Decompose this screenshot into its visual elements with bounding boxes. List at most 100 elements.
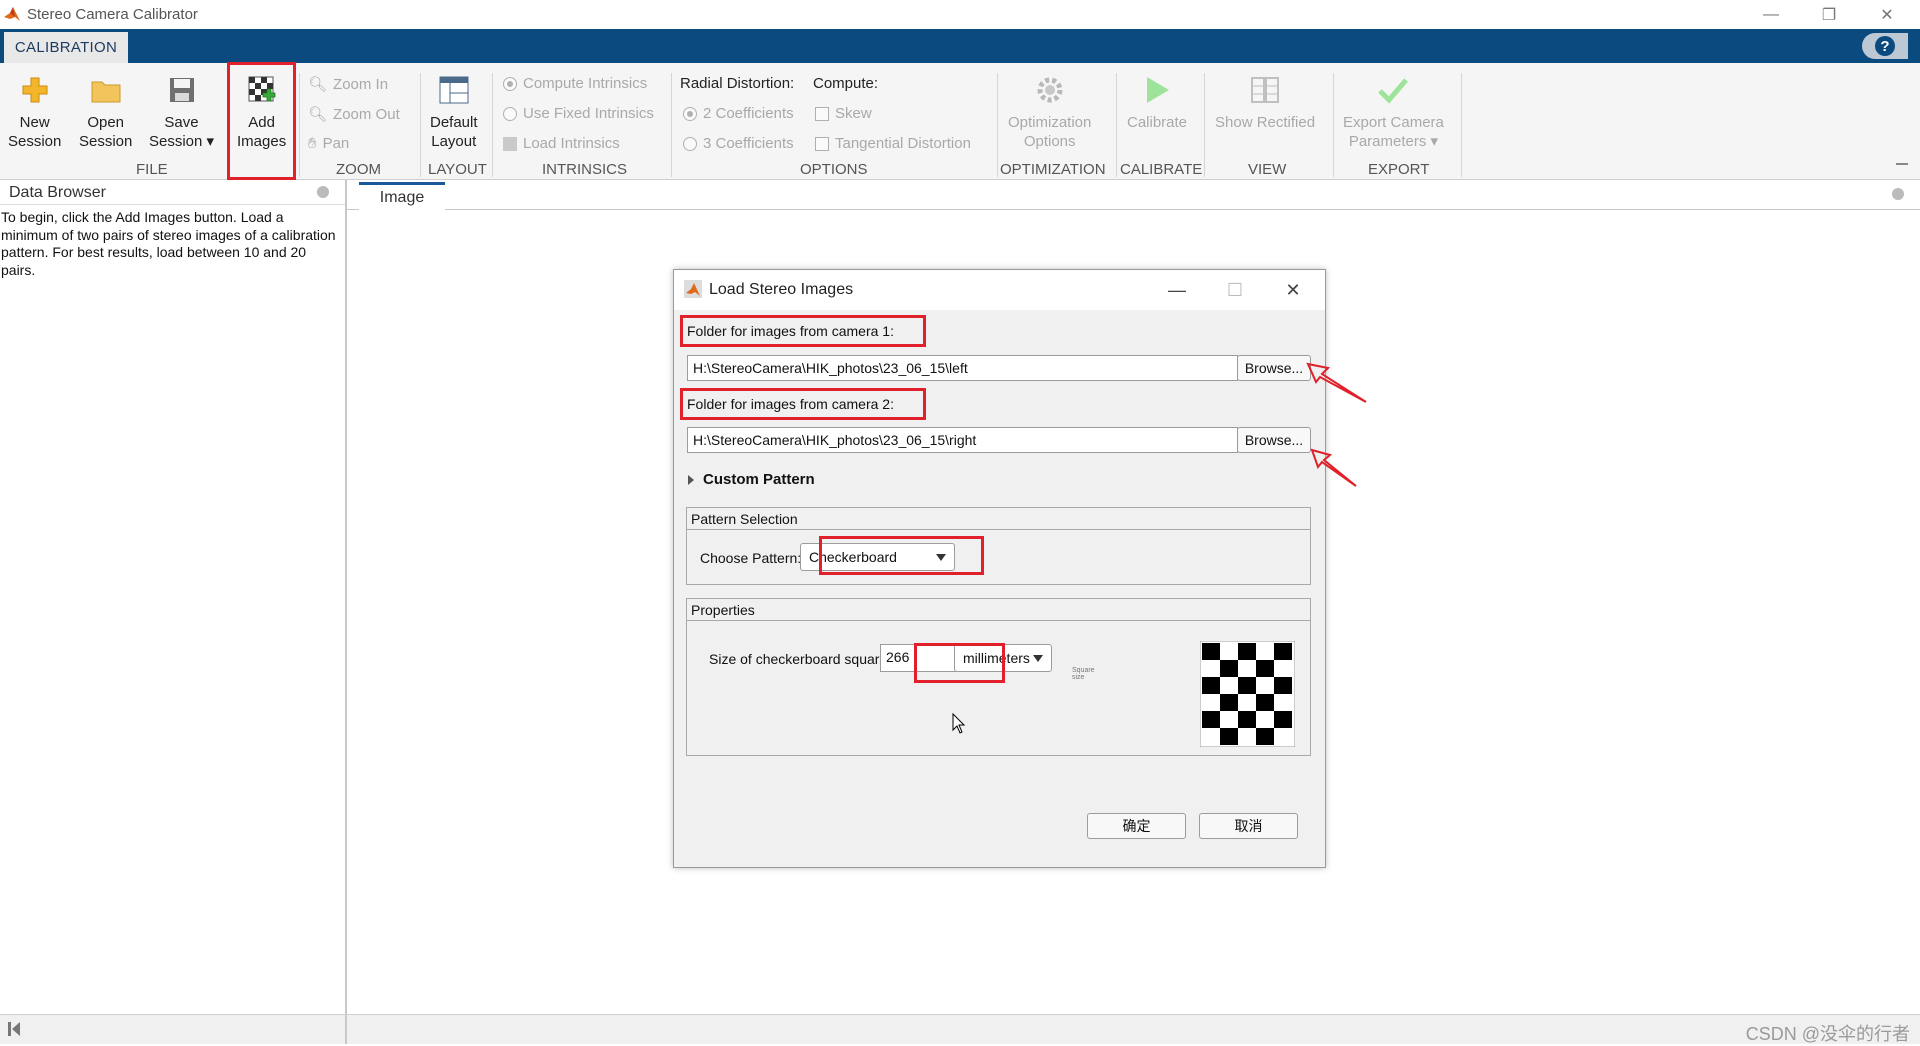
section-zoom-label: ZOOM <box>336 161 381 178</box>
window-titlebar: Stereo Camera Calibrator — ❐ ✕ <box>0 0 1920 29</box>
pan-button[interactable]: ✋︎ Pan <box>308 135 349 152</box>
optimization-label-1: Optimization <box>1008 114 1092 131</box>
watermark: CSDN @没伞的行者 <box>1745 1024 1910 1044</box>
minimize-button[interactable]: — <box>1748 2 1794 28</box>
choose-pattern-label: Choose Pattern: <box>700 550 802 566</box>
two-coefficients-label: 2 Coefficients <box>703 105 794 122</box>
ribbon-separator <box>492 73 493 177</box>
use-fixed-intrinsics-radio[interactable]: Use Fixed Intrinsics <box>503 105 654 122</box>
dialog-minimize-button[interactable]: — <box>1162 278 1192 302</box>
save-session-button[interactable]: Save Session ▾ <box>149 73 214 151</box>
zoom-in-icon: 🔍︎ <box>308 76 328 93</box>
zoom-out-label: Zoom Out <box>333 105 400 123</box>
save-session-label-2: Session ▾ <box>149 133 215 150</box>
two-coefficients-radio[interactable]: 2 Coefficients <box>683 105 794 122</box>
use-fixed-intrinsics-label: Use Fixed Intrinsics <box>523 105 654 122</box>
checkbox-icon <box>815 106 829 121</box>
camera2-label-highlight <box>680 388 926 420</box>
folder-icon <box>89 73 123 107</box>
checkmark-icon <box>1376 73 1410 107</box>
pattern-dropdown-highlight <box>819 536 984 575</box>
zoom-out-button[interactable]: 🔍︎ Zoom Out <box>308 105 400 124</box>
restore-button[interactable]: ❐ <box>1806 2 1852 28</box>
scroll-left-icon[interactable] <box>12 1022 20 1036</box>
compute-intrinsics-radio[interactable]: Compute Intrinsics <box>503 75 647 92</box>
dialog-maximize-button[interactable]: ☐ <box>1220 278 1250 302</box>
save-session-label-1: Save <box>164 114 199 131</box>
scroll-start-icon[interactable] <box>8 1022 11 1036</box>
tab-image[interactable]: Image <box>359 182 445 211</box>
three-coefficients-radio[interactable]: 3 Coefficients <box>683 135 794 152</box>
toolstrip-tabbar: CALIBRATION ? <box>0 29 1920 63</box>
tangential-distortion-checkbox[interactable]: Tangential Distortion <box>815 135 971 152</box>
radial-distortion-label: Radial Distortion: <box>680 75 795 92</box>
document-close-icon[interactable] <box>1892 188 1904 200</box>
help-icon: ? <box>1875 36 1895 56</box>
cancel-button[interactable]: 取消 <box>1199 813 1298 839</box>
radio-icon <box>503 106 517 121</box>
new-session-label-2: Session <box>8 133 62 150</box>
open-session-label-1: Open <box>87 114 125 131</box>
default-layout-button[interactable]: Default Layout <box>430 73 478 151</box>
matlab-logo-icon <box>684 280 702 298</box>
new-session-label-1: New <box>19 114 50 131</box>
matlab-logo-icon <box>4 7 20 21</box>
ribbon: New Session Open Session Save Session ▾ … <box>0 62 1920 180</box>
optimization-options-button[interactable]: Optimization Options <box>1008 73 1091 151</box>
load-stereo-images-dialog: Load Stereo Images — ☐ ✕ Folder for imag… <box>673 269 1326 868</box>
optimization-label-2: Options <box>1023 133 1076 150</box>
ribbon-separator <box>299 73 300 177</box>
pattern-selection-group: Pattern Selection Choose Pattern: Checke… <box>686 507 1311 585</box>
checkbox-icon <box>815 136 829 151</box>
ribbon-separator <box>1204 73 1205 177</box>
square-size-label: Size of checkerboard square: <box>709 651 892 667</box>
compute-label: Compute: <box>813 75 879 92</box>
camera1-folder-field[interactable]: H:\StereoCamera\HIK_photos\23_06_15\left <box>687 355 1238 381</box>
collapse-ribbon-icon[interactable] <box>1896 163 1908 175</box>
square-size-preview-label: Square size <box>1072 667 1095 681</box>
play-icon <box>1140 73 1174 107</box>
open-session-label-2: Session <box>79 133 133 150</box>
show-rectified-button[interactable]: Show Rectified <box>1215 73 1315 132</box>
rectified-grid-icon <box>1248 73 1282 107</box>
section-options-label: OPTIONS <box>800 161 868 178</box>
document-tabbar: Image <box>347 180 1920 211</box>
help-button[interactable]: ? <box>1862 33 1908 59</box>
ribbon-separator <box>1116 73 1117 177</box>
ribbon-separator <box>997 73 998 177</box>
calibrate-button[interactable]: Calibrate <box>1127 73 1187 132</box>
default-layout-label-1: Default <box>430 114 478 131</box>
expand-arrow-icon[interactable] <box>688 475 694 485</box>
dialog-title: Load Stereo Images <box>709 281 854 298</box>
show-rectified-label: Show Rectified <box>1215 114 1316 131</box>
new-session-button[interactable]: New Session <box>8 73 61 151</box>
camera1-browse-button[interactable]: Browse... <box>1237 355 1311 381</box>
skew-checkbox[interactable]: Skew <box>815 105 872 122</box>
export-camera-parameters-button[interactable]: Export Camera Parameters ▾ <box>1343 73 1444 151</box>
camera2-folder-field[interactable]: H:\StereoCamera\HIK_photos\23_06_15\righ… <box>687 427 1238 453</box>
zoom-in-label: Zoom In <box>333 75 389 93</box>
properties-title: Properties <box>687 599 1310 621</box>
status-divider <box>345 1015 347 1044</box>
ok-button[interactable]: 确定 <box>1087 813 1186 839</box>
gear-icon <box>1033 73 1067 107</box>
hand-icon: ✋︎ <box>308 135 317 152</box>
close-button[interactable]: ✕ <box>1864 2 1910 28</box>
data-browser-header: Data Browser <box>0 180 345 205</box>
section-calibrate-label: CALIBRATE <box>1120 161 1203 178</box>
open-session-button[interactable]: Open Session <box>79 73 132 151</box>
data-browser-instructions: To begin, click the Add Images button. L… <box>1 209 336 278</box>
load-intrinsics-button[interactable]: Load Intrinsics <box>503 135 620 152</box>
load-intrinsics-icon <box>503 136 517 151</box>
status-bar: CSDN @没伞的行者 <box>0 1014 1920 1044</box>
zoom-in-button[interactable]: 🔍︎ Zoom In <box>308 75 389 94</box>
plus-icon <box>18 73 52 107</box>
custom-pattern-toggle[interactable]: Custom Pattern <box>703 471 815 488</box>
three-coefficients-label: 3 Coefficients <box>703 135 794 152</box>
panel-close-icon[interactable] <box>317 186 329 198</box>
layout-grid-icon <box>437 73 471 107</box>
camera2-browse-button[interactable]: Browse... <box>1237 427 1311 453</box>
calibrate-label: Calibrate <box>1127 114 1188 131</box>
tab-calibration[interactable]: CALIBRATION <box>4 32 128 63</box>
dialog-close-button[interactable]: ✕ <box>1278 278 1308 302</box>
